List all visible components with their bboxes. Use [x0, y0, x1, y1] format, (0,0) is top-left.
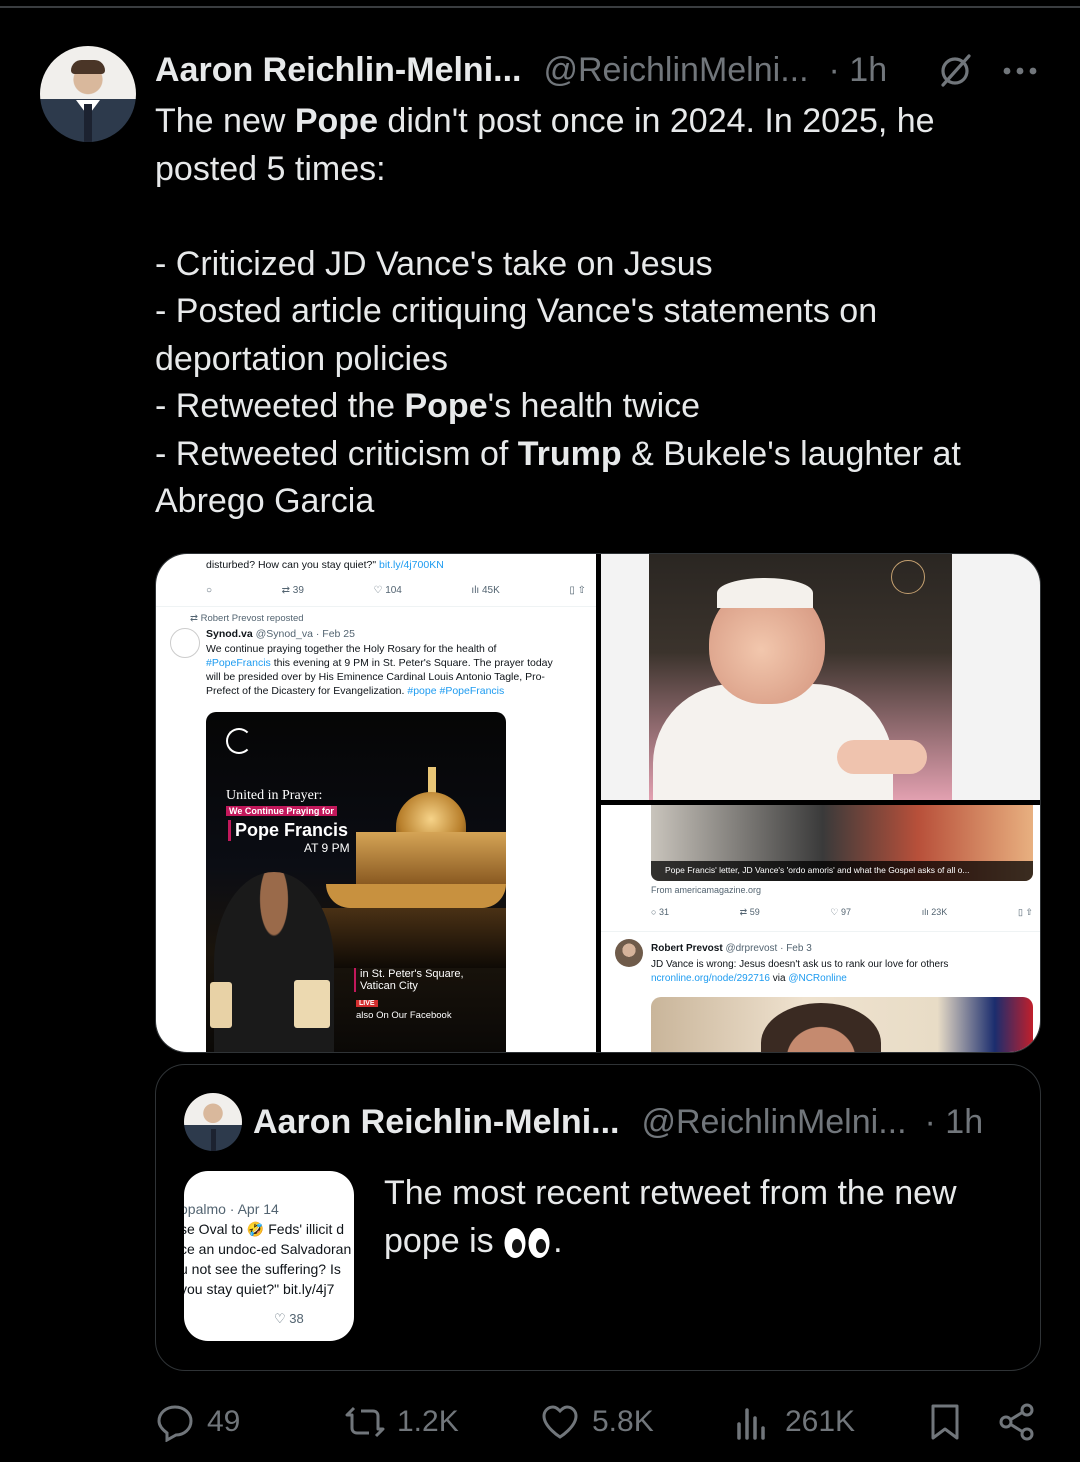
author-handle[interactable]: @ReichlinMelni... [543, 51, 808, 90]
repost-label: ⇄ Robert Prevost reposted [190, 613, 304, 624]
article-card-title: Pope Francis' letter, JD Vance's 'ordo a… [651, 861, 1033, 881]
thumb-line: you stay quiet?" bit.ly/4j7 [184, 1281, 335, 1297]
seal-icon [891, 560, 925, 594]
article-source: From americamagazine.org [651, 885, 762, 895]
poster-location: in St. Peter's Square, Vatican City [354, 968, 464, 992]
pope-photo[interactable] [601, 554, 1040, 800]
prevost-avatar [615, 939, 643, 967]
thumb-line: opalmo · Apr 14 [184, 1201, 279, 1217]
screenshot-stats: ○ 31 ⇄ 59 ♡ 97 ılı 23K ▯ ⇧ [651, 907, 1033, 917]
views-button[interactable]: 261K [733, 1396, 855, 1448]
top-divider [0, 6, 1080, 8]
quote-author-name[interactable]: Aaron Reichlin-Melni... [253, 1103, 619, 1142]
like-button[interactable]: 5.8K [540, 1396, 654, 1448]
poster-title: United in Prayer: [226, 788, 323, 803]
bookmark-icon[interactable] [925, 1402, 965, 1442]
tweet-text: The new Pope didn't post once in 2024. I… [155, 98, 1045, 526]
quote-header: Aaron Reichlin-Melni... @ReichlinMelni..… [253, 1099, 983, 1145]
tweet-line: - Retweeted criticism of Trump & Bukele'… [155, 434, 961, 473]
thumb-line: u not see the suffering? Is [184, 1261, 341, 1277]
action-bar: 49 1.2K 5.8K 261K [155, 1396, 1041, 1448]
views-icon [737, 1408, 765, 1440]
thumb-likes: ♡ 38 [274, 1311, 304, 1326]
article-card-image: Pope Francis' letter, JD Vance's 'ordo a… [651, 805, 1033, 881]
screenshot-prevost-posts[interactable]: Pope Francis' letter, JD Vance's 'ordo a… [601, 805, 1040, 1052]
poster-time: AT 9 PM [304, 841, 350, 855]
quoted-tweet[interactable]: Aaron Reichlin-Melni... @ReichlinMelni..… [155, 1064, 1041, 1371]
tweet-line: - Criticized JD Vance's take on Jesus [155, 244, 713, 283]
poster-subtitle: We Continue Praying for [226, 806, 337, 816]
tweet-line: The new Pope didn't post once in 2024. I… [155, 102, 935, 140]
tweet-line: - Retweeted the Pope's health twice [155, 387, 701, 425]
screenshot-synod-repost[interactable]: disturbed? How can you stay quiet?" bit.… [156, 554, 596, 1052]
quote-text: The most recent retweet from the new pop… [384, 1174, 957, 1260]
share-icon[interactable] [997, 1402, 1037, 1442]
prevost-body: JD Vance is wrong: Jesus doesn't ask us … [651, 959, 949, 984]
synod-header: Synod.va @Synod_va · Feb 25 [206, 628, 355, 640]
retweet-button[interactable]: 1.2K [345, 1396, 459, 1448]
vance-photo [651, 997, 1033, 1052]
media-grid[interactable]: disturbed? How can you stay quiet?" bit.… [155, 553, 1041, 1053]
poster-facebook: also On Our Facebook [356, 1010, 452, 1021]
quote-author-handle[interactable]: @ReichlinMelni... [641, 1103, 906, 1142]
like-count: ♡ 104 [373, 584, 402, 596]
grok-icon[interactable] [935, 50, 975, 90]
screenshot-stats: ○ ⇄ 39 ♡ 104 ılı 45K ▯ ⇧ [206, 582, 586, 598]
prevost-header: Robert Prevost @drprevost · Feb 3 [651, 943, 812, 954]
more-options-icon[interactable] [1000, 50, 1040, 90]
thumb-line: ce an undoc-ed Salvadoran [184, 1241, 352, 1257]
tweet-line: Abrego Garcia [155, 482, 375, 520]
author-name[interactable]: Aaron Reichlin-Melni... [155, 51, 521, 90]
screenshot-text: disturbed? How can you stay quiet?" bit.… [206, 559, 444, 571]
reply-icon [157, 1405, 193, 1442]
quote-thumbnail[interactable]: opalmo · Apr 14 se Oval to 🤣 Feds' illic… [184, 1171, 354, 1341]
reply-button[interactable]: 49 [155, 1396, 240, 1448]
prayer-poster: United in Prayer: We Continue Praying fo… [206, 712, 506, 1052]
view-count: ılı 45K [471, 584, 500, 596]
heart-icon [542, 1405, 578, 1439]
synod-avatar [170, 628, 200, 658]
author-avatar[interactable] [40, 46, 136, 142]
tweet-line: - Posted article critiquing Vance's stat… [155, 292, 878, 330]
poster-name: Pope Francis [228, 820, 348, 841]
eyes-emoji-icon [504, 1228, 550, 1259]
thumb-line: se Oval to 🤣 Feds' illicit d [184, 1221, 345, 1237]
bookmark-share-icons: ▯ ⇧ [569, 584, 586, 596]
tweet-header: Aaron Reichlin-Melni... @ReichlinMelni..… [155, 48, 1055, 92]
live-badge: LIVE [356, 1000, 378, 1007]
synod-body: We continue praying together the Holy Ro… [206, 643, 553, 697]
retweet-count: ⇄ 39 [281, 584, 304, 596]
tweet-line: posted 5 times: [155, 149, 386, 188]
reply-icon: ○ [206, 584, 213, 596]
tweet-line: deportation policies [155, 339, 448, 378]
retweet-icon [345, 1406, 385, 1438]
quote-author-avatar[interactable] [184, 1093, 242, 1151]
quote-time[interactable]: · 1h [925, 1103, 984, 1142]
tweet-time[interactable]: · 1h [829, 51, 888, 90]
